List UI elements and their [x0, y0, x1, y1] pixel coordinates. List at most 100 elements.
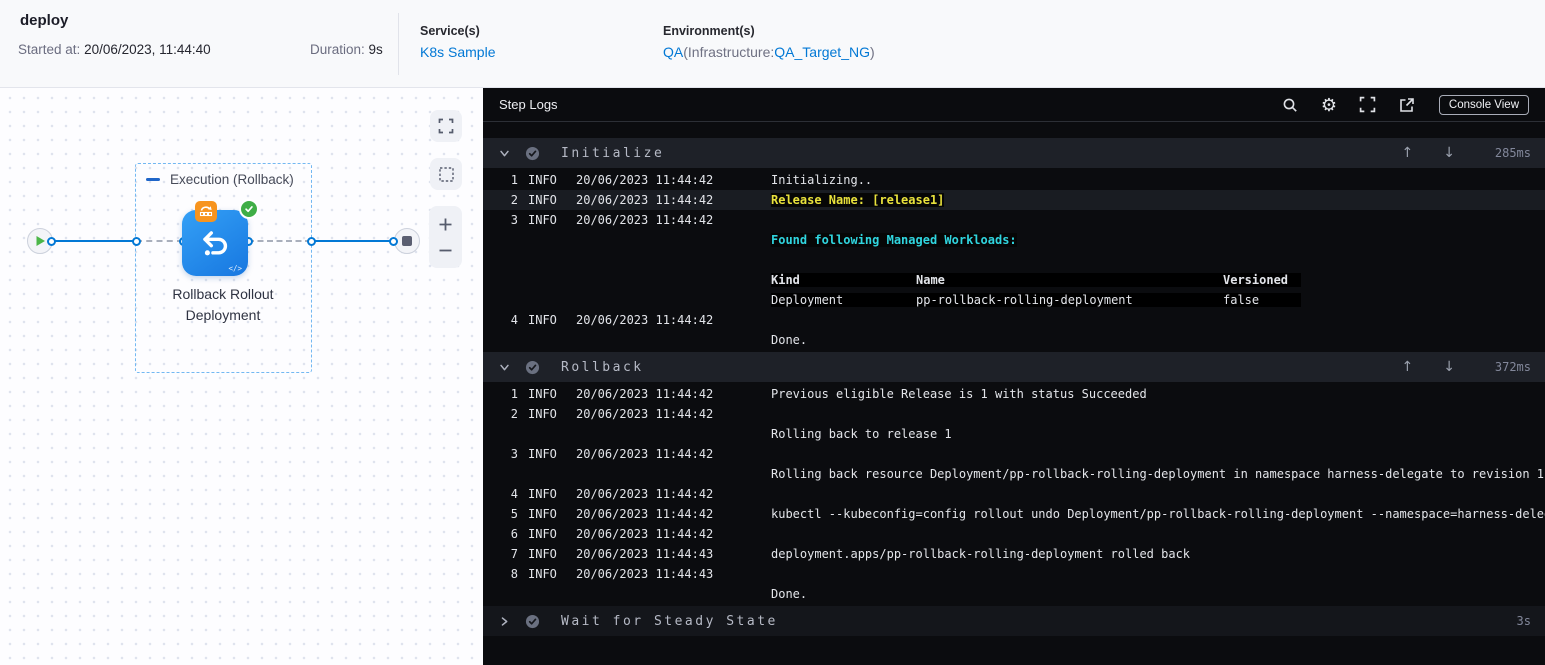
log-level: INFO: [528, 507, 557, 521]
log-line: 8 INFO 20/06/2023 11:44:43: [483, 564, 1545, 584]
scroll-to-bottom-icon[interactable]: ↓: [1443, 145, 1455, 161]
rollout-badge-icon: [195, 201, 217, 222]
section-logs-initialize: 1 INFO 20/06/2023 11:44:42 Initializing.. 2 I…: [483, 168, 1545, 352]
step-node-label: Rollback Rollout Deployment: [133, 284, 313, 326]
log-line: Done.: [483, 584, 1545, 604]
log-line-number: 2: [510, 407, 518, 421]
gear-icon[interactable]: ⚙: [1319, 95, 1339, 115]
log-level: INFO: [528, 173, 557, 187]
open-external-icon[interactable]: [1397, 95, 1417, 115]
log-line: 3 INFO 20/06/2023 11:44:42: [483, 444, 1545, 464]
connector-line-end: [311, 240, 394, 242]
section-header-actions: ↑ ↓ 372ms: [1372, 359, 1531, 375]
log-message: Rolling back to release 1: [771, 427, 952, 441]
log-message: deployment.apps/pp-rollback-rolling-depl…: [771, 547, 1191, 561]
services-label: Service(s): [420, 24, 480, 38]
execution-group-label: Execution (Rollback): [170, 172, 294, 187]
canvas-fit-button[interactable]: [430, 110, 462, 142]
execution-group-header[interactable]: Execution (Rollback): [146, 172, 294, 187]
log-line: Found following Managed Workloads:: [483, 230, 1545, 250]
env-infra-name[interactable]: QA_Target_NG: [774, 44, 870, 60]
fullscreen-icon[interactable]: [1358, 95, 1378, 115]
log-timestamp: 20/06/2023 11:44:43: [576, 567, 714, 581]
stop-icon: [402, 236, 412, 246]
zoom-out-button[interactable]: [429, 238, 462, 262]
page-title: deploy: [20, 12, 69, 29]
log-line: 1 INFO 20/06/2023 11:44:42 Initializing..: [483, 170, 1545, 190]
fit-view-icon: [438, 118, 454, 134]
section-title: Wait for Steady State: [561, 613, 778, 629]
started-at-value: 20/06/2023, 11:44:40: [84, 42, 211, 57]
section-header-actions: 3s: [1455, 614, 1531, 628]
log-line: 7 INFO 20/06/2023 11:44:43 deployment.apps/…: [483, 544, 1545, 564]
log-sections: Initialize ↑ ↓ 285ms 1 INFO 20/06/2023 11:44:4…: [483, 122, 1545, 665]
log-line-number: 4: [510, 313, 518, 327]
log-message: Deployment pp-rollback-rolling-deployment…: [771, 293, 1301, 307]
log-line-number: 5: [510, 507, 518, 521]
env-name[interactable]: QA: [663, 44, 683, 60]
chevron-down-icon[interactable]: [497, 146, 511, 160]
log-line: 5 INFO 20/06/2023 11:44:42 kubectl --kubeco…: [483, 504, 1545, 524]
log-line: 2 INFO 20/06/2023 11:44:42: [483, 404, 1545, 424]
log-level: INFO: [528, 193, 557, 207]
started-at: Started at: 20/06/2023, 11:44:40: [18, 42, 211, 57]
environment-link[interactable]: QA(Infrastructure:QA_Target_NG): [663, 44, 875, 60]
connection-point: [306, 237, 316, 246]
log-message: Initializing..: [771, 173, 873, 187]
log-line-number: 1: [510, 387, 518, 401]
execution-header: deploy Started at: 20/06/2023, 11:44:40 …: [0, 0, 1545, 88]
log-level: INFO: [528, 547, 557, 561]
log-line: 4 INFO 20/06/2023 11:44:42: [483, 484, 1545, 504]
log-section-header-rollback[interactable]: Rollback ↑ ↓ 372ms: [483, 352, 1545, 382]
log-message: Found following Managed Workloads:: [771, 233, 1017, 247]
duration: Duration: 9s: [310, 42, 383, 57]
duration-label: Duration:: [310, 42, 365, 57]
log-message: Rolling back resource Deployment/pp-roll…: [771, 467, 1545, 481]
log-timestamp: 20/06/2023 11:44:42: [576, 407, 714, 421]
log-line-number: 2: [510, 193, 518, 207]
step-logs-console: Step Logs ⚙ Console View Initialize ↑ ↓ 285…: [483, 88, 1545, 665]
log-line-number: 3: [510, 213, 518, 227]
section-duration: 285ms: [1494, 146, 1531, 160]
scroll-to-top-icon[interactable]: ↑: [1402, 359, 1414, 375]
log-timestamp: 20/06/2023 11:44:42: [576, 447, 714, 461]
connection-point: [388, 237, 398, 246]
log-timestamp: 20/06/2023 11:44:42: [576, 313, 714, 327]
code-glyph-icon: </>: [228, 264, 242, 273]
log-level: INFO: [528, 567, 557, 581]
log-timestamp: 20/06/2023 11:44:42: [576, 487, 714, 501]
service-link[interactable]: K8s Sample: [420, 44, 495, 60]
log-line-number: 7: [510, 547, 518, 561]
log-message: Done.: [771, 333, 808, 347]
log-section-header-wait-for-steady-state[interactable]: Wait for Steady State 3s: [483, 606, 1545, 636]
zoom-in-button[interactable]: [429, 212, 462, 236]
log-message: Release Name: [release1]: [771, 193, 945, 207]
log-message: Previous eligible Release is 1 with stat…: [771, 387, 1147, 401]
play-icon: [36, 236, 45, 246]
log-line: 2 INFO 20/06/2023 11:44:42 Release Name: [r…: [483, 190, 1545, 210]
log-timestamp: 20/06/2023 11:44:42: [576, 507, 714, 521]
log-line-number: 3: [510, 447, 518, 461]
log-level: INFO: [528, 527, 557, 541]
started-at-label: Started at:: [18, 42, 81, 57]
step-success-icon: [525, 146, 540, 161]
chevron-down-icon[interactable]: [497, 360, 511, 374]
scroll-to-top-icon[interactable]: ↑: [1402, 145, 1414, 161]
minus-icon: [439, 249, 452, 251]
log-table-cell: Deployment: [771, 293, 916, 307]
collapse-dash-icon[interactable]: [146, 178, 160, 181]
log-line: Kind Name Versioned: [483, 270, 1545, 290]
search-icon[interactable]: [1280, 95, 1300, 115]
canvas-select-button[interactable]: [430, 158, 462, 190]
pipeline-execution-page: deploy Started at: 20/06/2023, 11:44:40 …: [0, 0, 1545, 665]
rollback-icon: [203, 231, 228, 256]
pipeline-canvas[interactable]: Execution (Rollback) </> Rollback Rollou…: [0, 88, 483, 665]
log-line-number: 4: [510, 487, 518, 501]
canvas-zoom-controls: [429, 206, 462, 268]
chevron-right-icon[interactable]: [497, 614, 511, 628]
scroll-to-bottom-icon[interactable]: ↓: [1443, 359, 1455, 375]
log-section-header-initialize[interactable]: Initialize ↑ ↓ 285ms: [483, 138, 1545, 168]
console-view-button[interactable]: Console View: [1438, 94, 1529, 115]
success-check-icon: [239, 199, 259, 219]
log-message-highlight: Release Name: [release1]: [771, 193, 945, 207]
